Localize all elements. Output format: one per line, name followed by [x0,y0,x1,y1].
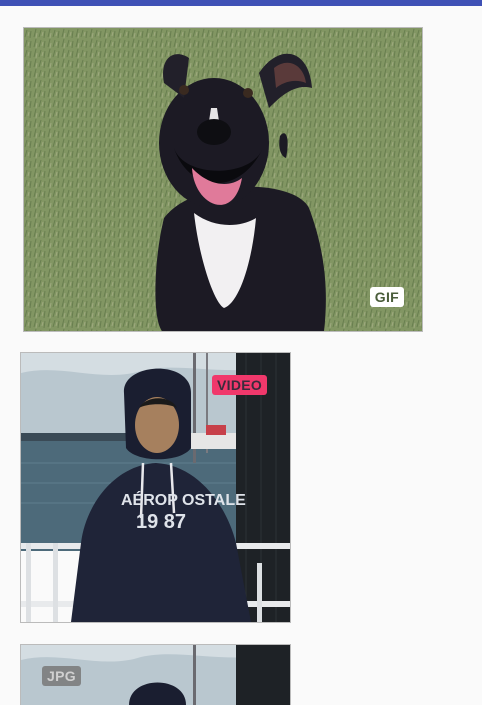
media-card-video[interactable]: AÉROP OSTALE 19 87 VIDEO [21,353,290,622]
media-card-jpg[interactable]: JPG [21,645,290,705]
video-badge: VIDEO [212,375,268,395]
dog-image [24,28,422,331]
svg-text:19 87: 19 87 [136,511,186,533]
svg-text:AÉROP OSTALE: AÉROP OSTALE [121,490,246,509]
app-bar [0,0,482,6]
gif-badge: GIF [369,287,404,307]
media-card-gif[interactable]: GIF [24,28,422,331]
jpg-badge: JPG [42,666,81,686]
